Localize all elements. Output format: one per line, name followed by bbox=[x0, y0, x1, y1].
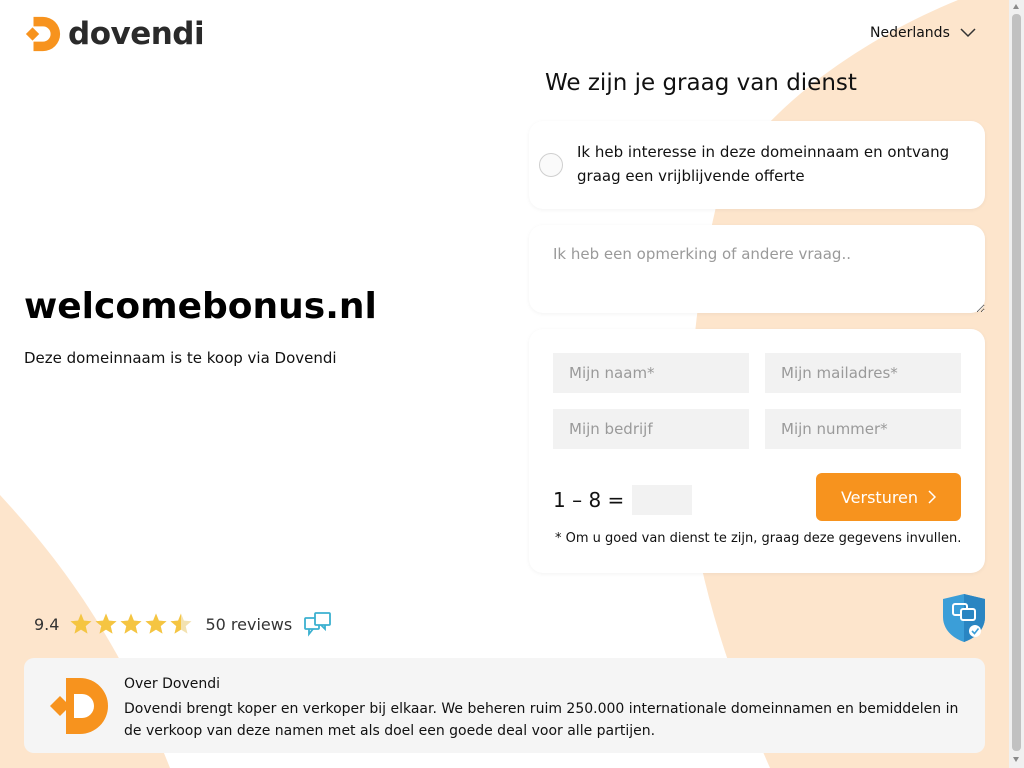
company-input[interactable] bbox=[553, 409, 749, 449]
remark-textarea[interactable] bbox=[529, 225, 985, 313]
interest-radio[interactable] bbox=[539, 153, 563, 177]
chevron-down-icon bbox=[960, 28, 976, 38]
phone-input[interactable] bbox=[765, 409, 961, 449]
shield-chat-icon[interactable] bbox=[942, 593, 986, 643]
star-half-icon bbox=[170, 613, 192, 634]
interest-option-card[interactable]: Ik heb interesse in deze domeinnaam en o… bbox=[529, 121, 985, 209]
form-note: * Om u goed van dienst te zijn, graag de… bbox=[555, 531, 962, 546]
about-panel: Over Dovendi Dovendi brengt koper en ver… bbox=[24, 658, 985, 753]
domain-title: welcomebonus.nl bbox=[24, 286, 377, 327]
rating-score: 9.4 bbox=[34, 614, 60, 634]
language-selector[interactable]: Nederlands bbox=[870, 25, 976, 41]
remark-card bbox=[529, 225, 985, 313]
star-full-icon bbox=[145, 613, 167, 634]
scroll-up-arrow-icon[interactable] bbox=[1013, 4, 1019, 9]
dovendi-logo[interactable]: dovendi bbox=[24, 15, 205, 53]
logo-wordmark: dovendi bbox=[68, 16, 205, 52]
form-heading: We zijn je graag van dienst bbox=[545, 70, 857, 96]
about-text: Dovendi brengt koper en verkoper bij elk… bbox=[124, 701, 959, 739]
interest-option-label[interactable]: Ik heb interesse in deze domeinnaam en o… bbox=[577, 140, 972, 188]
rating-row: 9.4 50 reviews bbox=[34, 611, 332, 637]
page-scrollbar[interactable] bbox=[1009, 0, 1024, 768]
submit-button[interactable]: Versturen bbox=[816, 473, 961, 521]
captcha: 1 – 8 = bbox=[553, 485, 693, 515]
reviews-link[interactable]: 50 reviews bbox=[205, 615, 292, 634]
about-title: Over Dovendi bbox=[124, 676, 221, 692]
captcha-question: 1 – 8 = bbox=[553, 488, 625, 512]
name-input[interactable] bbox=[553, 353, 749, 393]
captcha-input[interactable] bbox=[632, 485, 693, 515]
chat-bubbles-icon[interactable] bbox=[304, 611, 332, 637]
language-label: Nederlands bbox=[870, 25, 950, 41]
star-full-icon bbox=[120, 613, 142, 634]
scroll-down-arrow-icon[interactable] bbox=[1013, 757, 1019, 762]
submit-label: Versturen bbox=[840, 487, 919, 507]
star-full-icon bbox=[95, 613, 117, 634]
scrollbar-thumb[interactable] bbox=[1012, 14, 1021, 751]
dovendi-logo-icon bbox=[25, 16, 61, 52]
domain-subtitle: Deze domeinnaam is te koop via Dovendi bbox=[24, 349, 337, 367]
star-rating bbox=[69, 612, 193, 636]
dovendi-logo-icon bbox=[50, 678, 108, 734]
star-full-icon bbox=[70, 613, 92, 634]
contact-fields-card: 1 – 8 = Versturen * Om u goed van dienst… bbox=[529, 329, 985, 573]
chevron-right-icon bbox=[928, 490, 937, 504]
email-input[interactable] bbox=[765, 353, 961, 393]
